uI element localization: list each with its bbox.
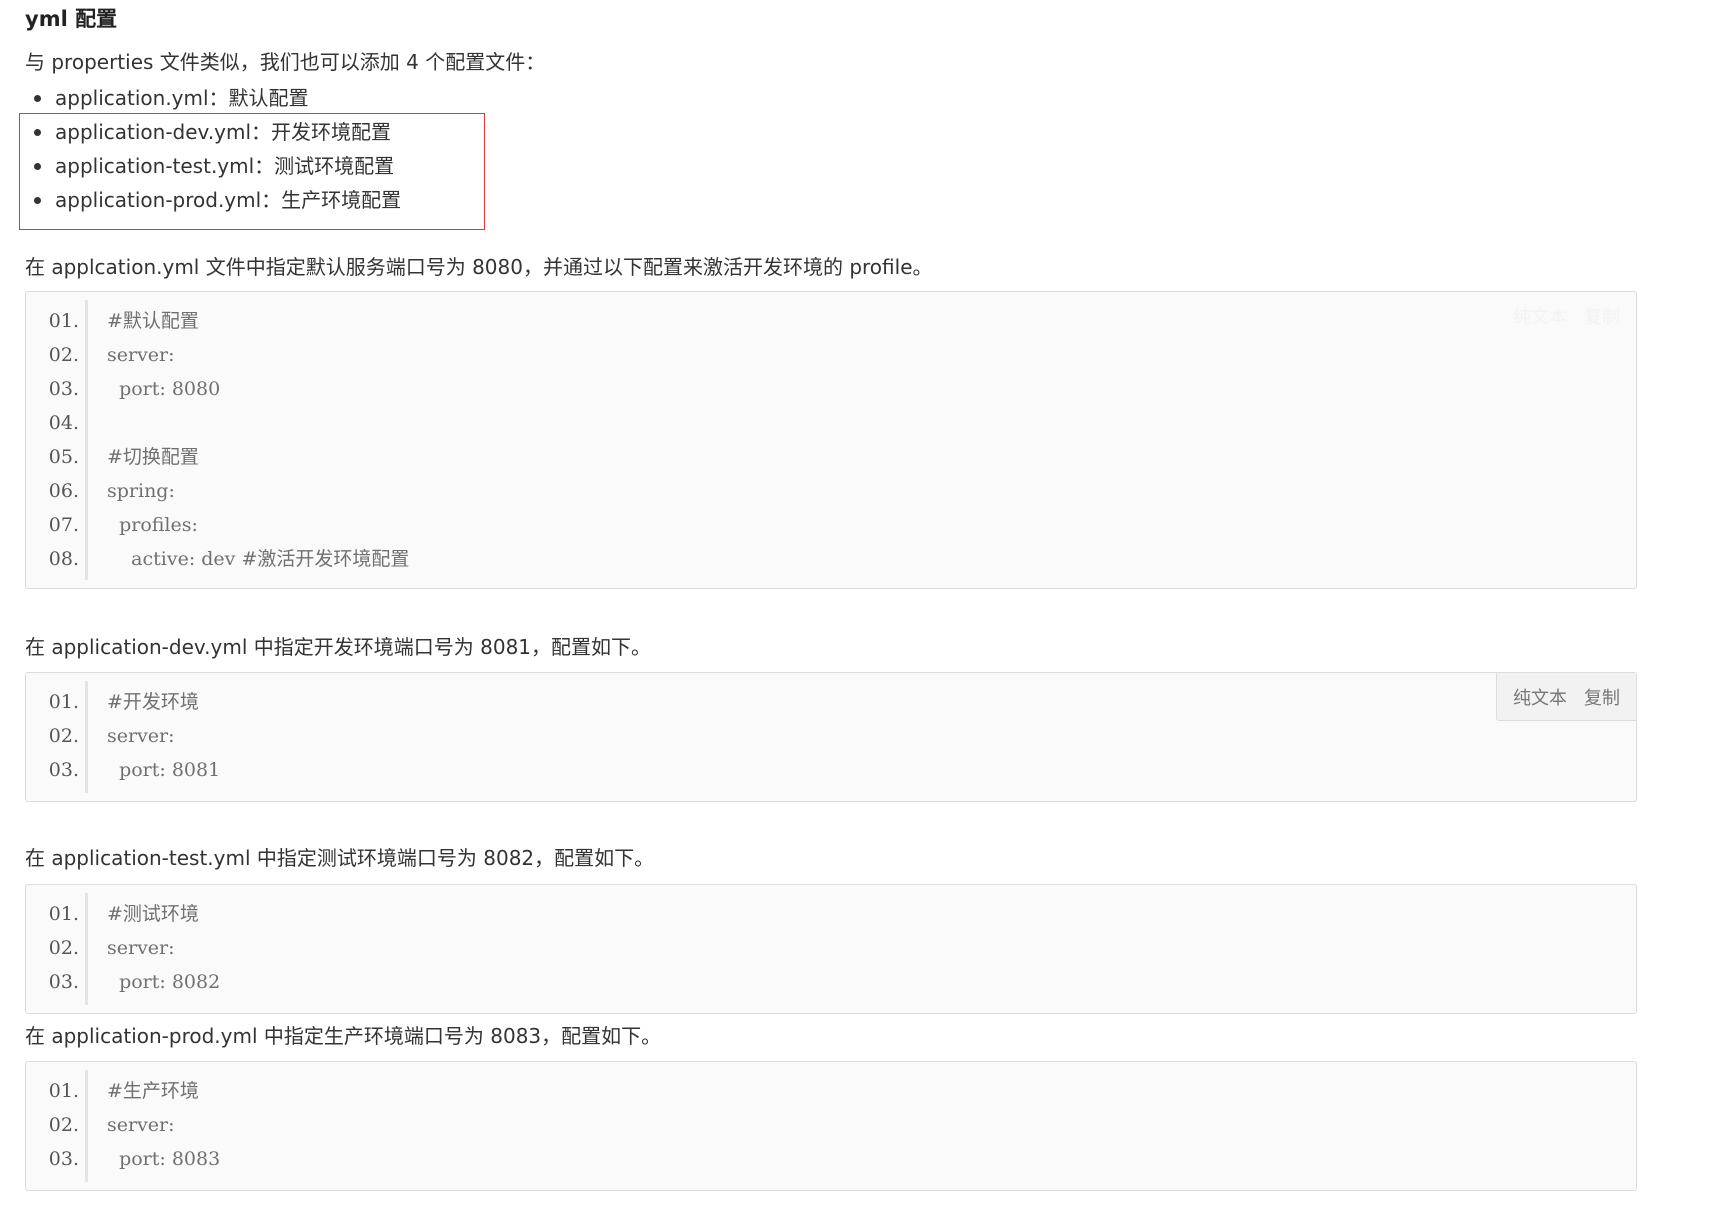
section-paragraph-dev: 在 application-dev.yml 中指定开发环境端口号为 8081，配… [25,635,652,659]
code-line: 03. port: 8080 [26,372,1636,406]
code-text: #默认配置 [107,310,199,332]
code-line: 01. #默认配置 [26,304,1636,338]
line-number: 03. [48,1148,79,1170]
line-number: 07. [48,514,79,536]
section-heading: yml 配置 [25,7,118,31]
code-text: server: [107,725,175,747]
line-number: 01. [48,310,79,332]
line-number: 08. [48,548,79,570]
code-text: spring: [107,480,175,502]
code-line: 02. server: [26,1108,1636,1142]
line-number: 02. [48,344,79,366]
section-paragraph-test: 在 application-test.yml 中指定测试环境端口号为 8082，… [25,846,655,870]
list-item: application.yml：默认配置 [25,81,401,115]
line-number: 04. [48,412,79,434]
line-number: 06. [48,480,79,502]
code-text: active: dev #激活开发环境配置 [107,548,410,570]
line-number: 01. [48,1080,79,1102]
code-text: server: [107,1114,175,1136]
code-line: 07. profiles: [26,508,1636,542]
code-block-dev: 纯文本 复制 01. #开发环境 02. server: 03. port: 808… [25,672,1637,802]
line-number: 03. [48,759,79,781]
code-text: #测试环境 [107,903,199,925]
line-number: 03. [48,378,79,400]
line-number: 02. [48,937,79,959]
code-text: server: [107,344,175,366]
code-text: port: 8083 [107,1148,221,1170]
line-number: 01. [48,903,79,925]
code-line: 01. #开发环境 [26,685,1636,719]
code-text: profiles: [107,514,198,536]
code-line: 03. port: 8081 [26,753,1636,787]
code-text: #生产环境 [107,1080,199,1102]
bullet-icon [34,95,41,102]
code-line: 06. spring: [26,474,1636,508]
code-line: 03. port: 8082 [26,965,1636,999]
intro-paragraph: 与 properties 文件类似，我们也可以添加 4 个配置文件： [25,50,546,74]
section-paragraph-prod: 在 application-prod.yml 中指定生产环境端口号为 8083，… [25,1024,662,1048]
code-line: 03. port: 8083 [26,1142,1636,1176]
code-line: 02. server: [26,338,1636,372]
line-number: 02. [48,725,79,747]
code-block-default: 纯文本 复制 01. #默认配置 02. server: 03. port: 808… [25,291,1637,589]
line-number: 01. [48,691,79,713]
code-block-test: 01. #测试环境 02. server: 03. port: 8082 [25,884,1637,1014]
code-line: 04. [26,406,1636,440]
code-text: port: 8081 [107,759,221,781]
code-text: server: [107,937,175,959]
code-text: port: 8080 [107,378,221,400]
red-highlight-annotation [19,113,485,230]
article: yml 配置 与 properties 文件类似，我们也可以添加 4 个配置文件… [0,0,1722,1209]
line-number: 03. [48,971,79,993]
code-line: 01. #生产环境 [26,1074,1636,1108]
code-line: 08. active: dev #激活开发环境配置 [26,542,1636,576]
code-line: 05. #切换配置 [26,440,1636,474]
code-line: 02. server: [26,931,1636,965]
code-block-prod: 01. #生产环境 02. server: 03. port: 8083 [25,1061,1637,1191]
code-text: #切换配置 [107,446,199,468]
code-line: 02. server: [26,719,1636,753]
code-text: #开发环境 [107,691,199,713]
section-paragraph-default: 在 applcation.yml 文件中指定默认服务端口号为 8080，并通过以… [25,255,933,279]
code-text: port: 8082 [107,971,221,993]
code-line: 01. #测试环境 [26,897,1636,931]
line-number: 05. [48,446,79,468]
line-number: 02. [48,1114,79,1136]
